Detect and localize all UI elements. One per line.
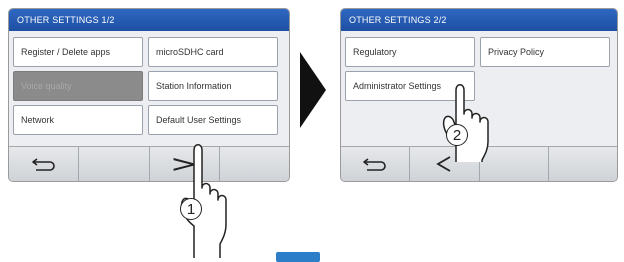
back-button[interactable]	[341, 147, 411, 181]
pointing-hand-icon	[442, 84, 489, 162]
register-delete-apps-button[interactable]: Register / Delete apps	[13, 37, 143, 67]
privacy-policy-button[interactable]: Privacy Policy	[480, 37, 610, 67]
station-information-button[interactable]: Station Information	[148, 71, 278, 101]
voice-quality-button[interactable]: Voice quality	[13, 71, 143, 101]
next-step-arrow-icon	[300, 52, 326, 128]
toolbar-blank-cell	[549, 147, 617, 181]
step-number-1: 1	[180, 198, 202, 220]
back-arrow-icon	[363, 158, 386, 171]
page-title: OTHER SETTINGS 1/2	[9, 9, 289, 31]
step-number-2: 2	[446, 124, 468, 146]
toolbar-blank-cell	[79, 147, 150, 181]
accent-tab	[276, 252, 320, 262]
bottom-toolbar: >	[9, 146, 289, 181]
back-arrow-icon	[31, 158, 55, 171]
default-user-settings-button[interactable]: Default User Settings	[148, 105, 278, 135]
back-button[interactable]	[9, 147, 80, 181]
page-title: OTHER SETTINGS 2/2	[341, 9, 617, 31]
microsdhc-card-button[interactable]: microSDHC card	[148, 37, 278, 67]
pointing-hand-icon	[180, 144, 227, 258]
network-button[interactable]: Network	[13, 105, 143, 135]
settings-screen-page-1: OTHER SETTINGS 1/2 Register / Delete app…	[8, 8, 290, 182]
regulatory-button[interactable]: Regulatory	[345, 37, 475, 67]
